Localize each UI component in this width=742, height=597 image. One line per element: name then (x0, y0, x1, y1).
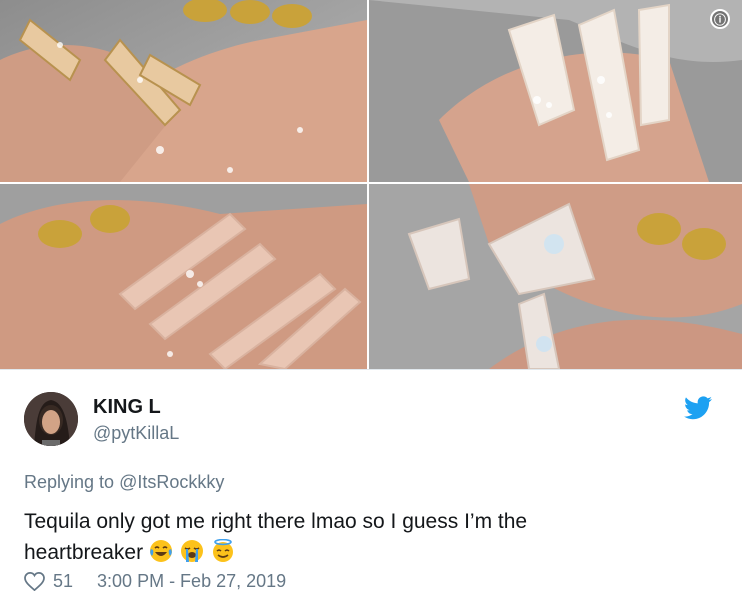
tweet-card: KING L @pytKillaL Replying to @ItsRockkk… (0, 369, 742, 597)
tweet-text: Tequila only got me right there lmao so … (24, 506, 724, 568)
replying-to: Replying to @ItsRockkky (24, 472, 224, 493)
tweet-meta: 51 3:00 PM - Feb 27, 2019 (24, 571, 286, 592)
media-photo-1[interactable] (0, 0, 367, 182)
media-photo-3[interactable] (0, 184, 367, 369)
twitter-bird-icon[interactable] (684, 396, 712, 420)
info-icon[interactable]: ⓘ (710, 9, 730, 29)
media-grid: ⓘ (0, 0, 742, 369)
heart-icon[interactable] (24, 572, 45, 591)
like-count[interactable]: 51 (53, 571, 73, 592)
display-name[interactable]: KING L (93, 396, 161, 419)
tweet-text-line2: heartbreaker (24, 541, 144, 564)
reply-mention-link[interactable]: @ItsRockkky (119, 472, 224, 492)
timestamp[interactable]: 3:00 PM - Feb 27, 2019 (97, 571, 286, 592)
media-photo-2[interactable]: ⓘ (369, 0, 742, 182)
emoji-group (149, 539, 236, 564)
replying-prefix: Replying to (24, 472, 115, 492)
media-photo-4[interactable] (369, 184, 742, 369)
user-handle[interactable]: @pytKillaL (93, 423, 179, 444)
smiling-face-with-halo-icon (212, 539, 233, 562)
tweet-text-line1: Tequila only got me right there lmao so … (24, 510, 528, 533)
face-with-tears-of-joy-icon (149, 540, 172, 562)
avatar[interactable] (24, 392, 78, 446)
loudly-crying-face-icon (180, 540, 203, 562)
